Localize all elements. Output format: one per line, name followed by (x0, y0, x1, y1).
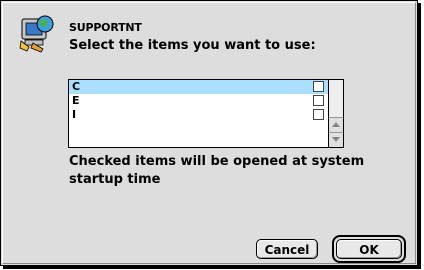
default-button-ring: OK (332, 235, 406, 263)
startup-items-dialog: SUPPORTNT Select the items you want to u… (0, 0, 418, 266)
scroll-down-button[interactable] (329, 132, 343, 147)
list-item[interactable]: C (69, 80, 328, 94)
list-item[interactable]: E (69, 94, 328, 108)
cancel-button[interactable]: Cancel (256, 239, 318, 259)
scroll-up-button[interactable] (329, 117, 343, 132)
item-checkbox[interactable] (313, 81, 324, 92)
list-scrollbar[interactable] (328, 80, 343, 147)
ok-button[interactable]: OK (336, 239, 402, 259)
item-checkbox[interactable] (313, 95, 324, 106)
list-rows: C E I (69, 80, 328, 122)
support-app-icon (19, 15, 54, 53)
arrow-down-icon (332, 137, 340, 142)
list-item-label: I (72, 108, 77, 121)
item-checkbox[interactable] (313, 109, 324, 120)
list-item-label: C (72, 80, 81, 93)
startup-hint: Checked items will be opened at system s… (69, 154, 365, 187)
prompt-label: Select the items you want to use: (69, 38, 316, 53)
list-item[interactable]: I (69, 108, 328, 122)
list-item-label: E (72, 94, 80, 107)
app-name: SUPPORTNT (69, 21, 142, 34)
items-list[interactable]: C E I (68, 79, 344, 148)
arrow-up-icon (332, 122, 340, 127)
